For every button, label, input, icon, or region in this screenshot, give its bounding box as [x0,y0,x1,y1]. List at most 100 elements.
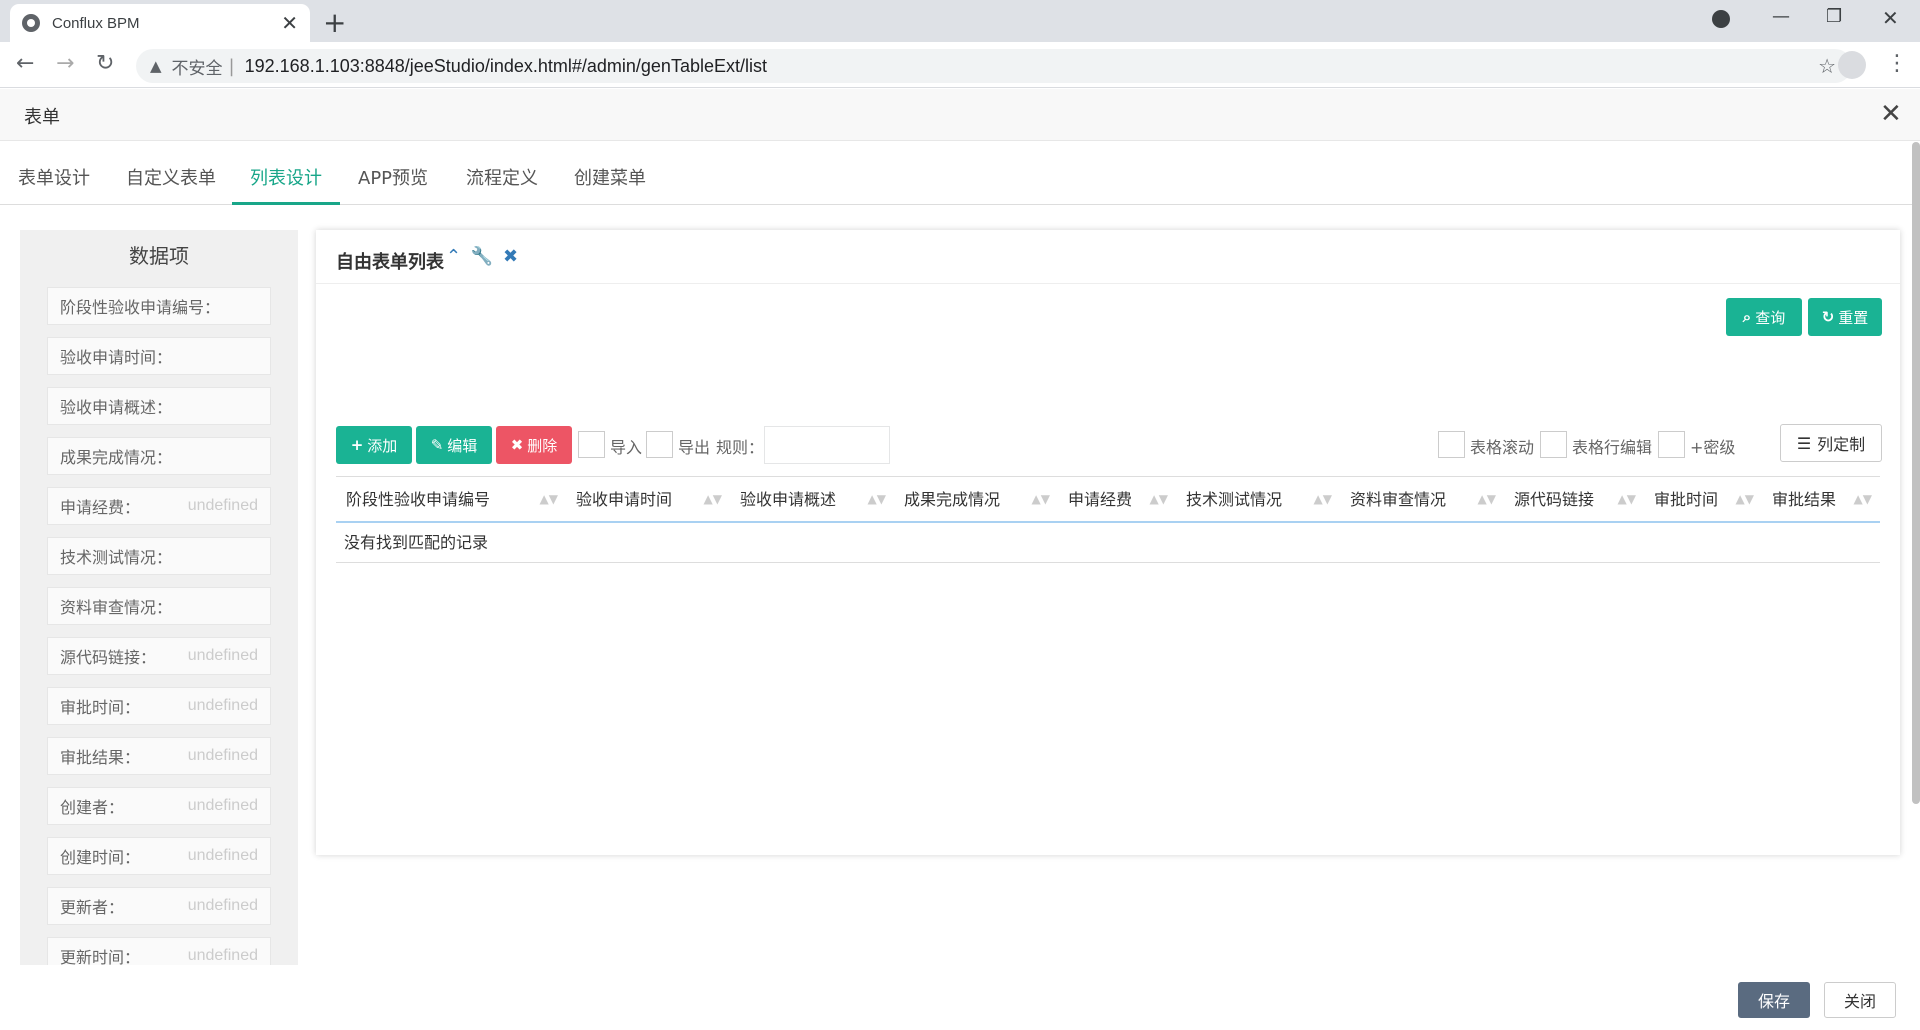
reset-button[interactable]: ↻ 重置 [1808,298,1882,336]
plus-icon: + [350,436,364,454]
import-checkbox[interactable] [578,431,605,458]
edit-button[interactable]: ✎ 编辑 [416,426,492,464]
data-item[interactable]: 验收申请时间： [47,337,271,375]
row-edit-checkbox[interactable] [1540,431,1567,458]
close-icon[interactable]: ✕ [1880,99,1902,129]
card-title: 自由表单列表 [336,252,444,273]
sort-icon: ▲▼ [703,492,722,506]
column-header[interactable]: 阶段性验收申请编号 ▲▼ [336,477,566,522]
column-header[interactable]: 审批结果 ▲▼ [1762,477,1880,522]
column-header[interactable]: 源代码链接 ▲▼ [1504,477,1644,522]
data-item[interactable]: 更新时间： undefined [47,937,271,965]
more-menu-icon[interactable]: ⋮ [1886,51,1908,76]
column-header[interactable]: 资料审查情况 ▲▼ [1340,477,1504,522]
data-item[interactable]: 技术测试情况： [47,537,271,575]
data-item[interactable]: 资料审查情况： [47,587,271,625]
refresh-icon: ↻ [1821,308,1835,326]
profile-menu-icon[interactable] [1712,10,1730,28]
wrench-icon[interactable]: 🔧 [471,246,493,267]
search-icon: ⌕ [1742,308,1752,326]
table-header: 阶段性验收申请编号 ▲▼ 验收申请时间 ▲▼ 验收申请概述 ▲▼ 成果完成情况 ▲▼ 申… [336,476,1880,523]
save-button[interactable]: 保存 [1738,982,1810,1018]
import-label: 导入 [610,438,643,457]
browser-tab-bar: Conflux BPM ✕ + — ❐ ✕ [0,0,1920,42]
window-close-icon[interactable]: ✕ [1882,6,1899,30]
sort-icon: ▲▼ [1313,492,1332,506]
sort-icon: ▲▼ [1853,492,1872,506]
search-button[interactable]: ⌕ 查询 [1726,298,1802,336]
card-header: 自由表单列表 ⌃ 🔧 ✖ [316,230,1900,284]
page-scrollbar[interactable] [1912,142,1920,804]
column-header[interactable]: 技术测试情况 ▲▼ [1176,477,1340,522]
column-custom-button[interactable]: ☰ 列定制 [1780,424,1882,462]
back-icon[interactable]: ← [16,51,34,76]
data-item[interactable]: 创建者： undefined [47,787,271,825]
column-header[interactable]: 验收申请概述 ▲▼ [730,477,894,522]
tab-custom-form[interactable]: 自定义表单 [108,156,234,205]
data-item[interactable]: 创建时间： undefined [47,837,271,875]
dialog-header: 表单 ✕ [0,89,1920,141]
add-button[interactable]: + 添加 [336,426,412,464]
table-scroll-checkbox[interactable] [1438,431,1465,458]
sort-icon: ▲▼ [867,492,886,506]
column-header[interactable]: 审批时间 ▲▼ [1644,477,1762,522]
data-table: 阶段性验收申请编号 ▲▼ 验收申请时间 ▲▼ 验收申请概述 ▲▼ 成果完成情况 ▲▼ 申… [336,476,1880,563]
minimize-icon[interactable]: — [1772,6,1790,27]
chevron-up-icon[interactable]: ⌃ [446,246,461,267]
sort-icon: ▲▼ [1031,492,1050,506]
data-items-title: 数据项 [129,244,189,268]
data-item[interactable]: 申请经费： undefined [47,487,271,525]
new-tab-icon[interactable]: + [323,6,346,39]
insecure-label: 不安全 [171,58,223,79]
sort-icon: ▲▼ [1149,492,1168,506]
sort-icon: ▲▼ [1477,492,1496,506]
data-item[interactable]: 验收申请概述： [47,387,271,425]
address-bar[interactable]: ▲ 不安全 | 192.168.1.103:8848/jeeStudio/ind… [136,49,1852,83]
delete-button[interactable]: ✖ 删除 [496,426,572,464]
avatar[interactable] [1838,51,1866,79]
browser-tab-title: Conflux BPM [52,14,140,32]
tab-process-definition[interactable]: 流程定义 [448,156,556,205]
column-header[interactable]: 成果完成情况 ▲▼ [894,477,1058,522]
warning-icon: ▲ [150,57,162,75]
close-tab-icon[interactable]: ✕ [281,11,298,35]
close-button[interactable]: 关闭 [1824,982,1896,1018]
list-icon: ☰ [1796,433,1812,453]
sort-icon: ▲▼ [1617,492,1636,506]
table-scroll-label: 表格滚动 [1470,438,1535,457]
tab-app-preview[interactable]: APP预览 [340,156,446,205]
data-item[interactable]: 更新者： undefined [47,887,271,925]
export-checkbox[interactable] [646,431,673,458]
data-item[interactable]: 源代码链接： undefined [47,637,271,675]
secret-level-checkbox[interactable] [1658,431,1685,458]
export-label: 导出 [678,438,711,457]
column-header[interactable]: 申请经费 ▲▼ [1058,477,1176,522]
rule-input[interactable] [764,426,890,464]
card-tools: ⌃ 🔧 ✖ [446,246,522,267]
close-icon[interactable]: ✖ [503,246,518,267]
edit-icon: ✎ [430,436,444,454]
tab-create-menu[interactable]: 创建菜单 [556,156,664,205]
data-item[interactable]: 成果完成情况： [47,437,271,475]
column-header[interactable]: 验收申请时间 ▲▼ [566,477,730,522]
restore-icon[interactable]: ❐ [1826,6,1842,27]
globe-icon [22,14,40,32]
dialog-title: 表单 [24,107,60,128]
close-icon: ✖ [510,436,524,454]
data-item[interactable]: 审批时间： undefined [47,687,271,725]
list-card: 自由表单列表 ⌃ 🔧 ✖ ⌕ 查询 ↻ 重置 + 添加 ✎ 编辑 ✖ 删除 导入 导出 规… [316,230,1900,855]
secret-level-label: +密级 [1690,438,1736,457]
tab-form-design[interactable]: 表单设计 [0,156,108,205]
sort-icon: ▲▼ [1735,492,1754,506]
tab-list-design[interactable]: 列表设计 [232,156,340,205]
browser-tab[interactable]: Conflux BPM ✕ [10,4,310,42]
separator: | [228,55,235,77]
data-item[interactable]: 审批结果： undefined [47,737,271,775]
reload-icon[interactable]: ↻ [96,51,114,76]
empty-message: 没有找到匹配的记录 [336,523,1880,563]
star-icon[interactable]: ☆ [1818,54,1836,78]
url-text: 192.168.1.103:8848/jeeStudio/index.html#… [244,55,767,76]
forward-icon[interactable]: → [56,51,74,76]
data-items-panel: 数据项 阶段性验收申请编号： 验收申请时间： 验收申请概述： 成果完成情况： 申… [20,230,298,965]
data-item[interactable]: 阶段性验收申请编号： [47,287,271,325]
